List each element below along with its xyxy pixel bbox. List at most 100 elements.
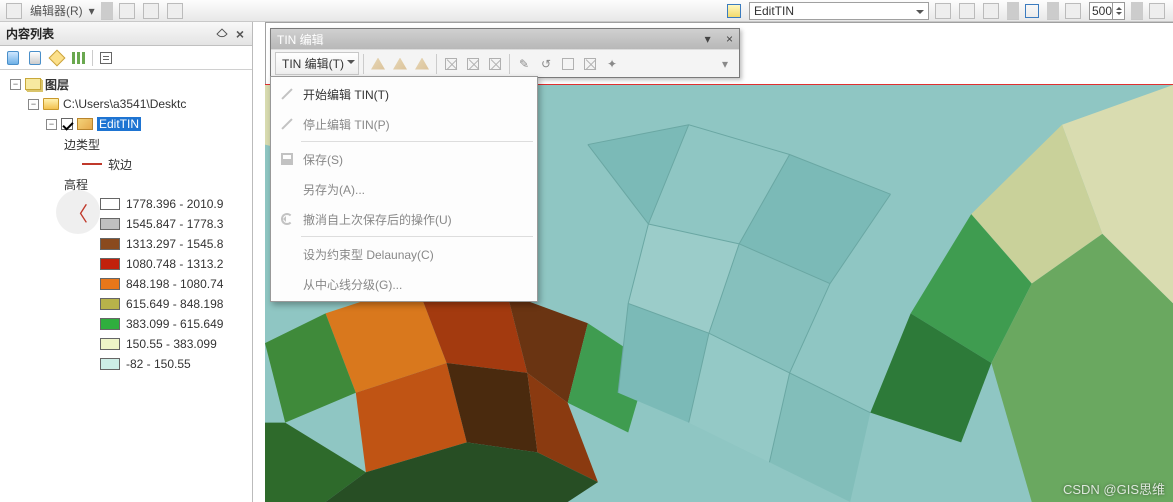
class-label: -82 - 150.55 bbox=[126, 357, 191, 371]
legend-class: 1545.847 - 1778.3 bbox=[2, 214, 250, 234]
tin-toolbar-title[interactable]: TIN 编辑 ▾ × bbox=[271, 29, 739, 49]
menu-item-label: 开始编辑 TIN(T) bbox=[303, 86, 389, 103]
class-label: 1080.748 - 1313.2 bbox=[126, 257, 223, 271]
tool-icon[interactable]: ✦ bbox=[602, 54, 622, 74]
elevation-heading: 高程 bbox=[2, 174, 250, 194]
toc-list-by-source[interactable] bbox=[26, 49, 44, 67]
class-label: 615.649 - 848.198 bbox=[126, 297, 223, 311]
menu-item-label: 撤消自上次保存后的操作(U) bbox=[303, 211, 452, 228]
color-swatch bbox=[100, 338, 120, 350]
class-label: 1545.847 - 1778.3 bbox=[126, 217, 223, 231]
tin-icon bbox=[77, 118, 93, 130]
toolbar-options-icon[interactable]: ▾ bbox=[715, 54, 735, 74]
color-swatch bbox=[100, 318, 120, 330]
class-label: 150.55 - 383.099 bbox=[126, 337, 217, 351]
layer-checkbox[interactable] bbox=[61, 118, 73, 130]
layer-name: EditTIN bbox=[97, 117, 141, 131]
class-label: 1778.396 - 2010.9 bbox=[126, 197, 223, 211]
tin-edit-menu[interactable]: TIN 编辑(T) bbox=[275, 52, 359, 75]
layer-combo-value: EditTIN bbox=[754, 4, 794, 18]
class-label: 848.198 - 1080.74 bbox=[126, 277, 223, 291]
toc-list-by-visibility[interactable] bbox=[48, 49, 66, 67]
toolbar-icon[interactable] bbox=[167, 3, 183, 19]
toc-list-by-selection[interactable] bbox=[70, 49, 88, 67]
legend-class: 383.099 - 615.649 bbox=[2, 314, 250, 334]
pin-icon[interactable] bbox=[215, 27, 229, 41]
root-label: 图层 bbox=[45, 76, 69, 93]
tool-icon[interactable]: ✎ bbox=[514, 54, 534, 74]
menu-item-label: 从中心线分级(G)... bbox=[303, 276, 402, 293]
edge-type-heading: 边类型 bbox=[2, 134, 250, 154]
toolbar-icon[interactable] bbox=[935, 3, 951, 19]
layer-combo[interactable]: EditTIN bbox=[749, 2, 929, 20]
close-icon[interactable]: × bbox=[726, 32, 733, 46]
toc-options[interactable] bbox=[97, 49, 115, 67]
legend-class: -82 - 150.55 bbox=[2, 354, 250, 374]
toolbar-icon[interactable] bbox=[1025, 4, 1039, 18]
close-icon[interactable] bbox=[233, 27, 247, 41]
undo-icon bbox=[277, 209, 297, 229]
toolbar-icon[interactable] bbox=[143, 3, 159, 19]
tin-edit-menu-label: TIN 编辑(T) bbox=[282, 57, 344, 71]
menu-item: 停止编辑 TIN(P) bbox=[273, 109, 535, 139]
back-button[interactable]: 〈 bbox=[56, 190, 100, 234]
toolbar-icon[interactable] bbox=[959, 3, 975, 19]
blank-icon bbox=[277, 244, 297, 264]
number-input[interactable]: 500 bbox=[1089, 2, 1125, 20]
legend-class: 1778.396 - 2010.9 bbox=[2, 194, 250, 214]
tool-icon[interactable] bbox=[441, 54, 461, 74]
tool-icon[interactable]: ↺ bbox=[536, 54, 556, 74]
pencil-icon bbox=[277, 84, 297, 104]
menu-item[interactable]: 开始编辑 TIN(T) bbox=[273, 79, 535, 109]
table-of-contents: 内容列表 −图层 −C:\Users\a3541\Desktc −EditTIN… bbox=[0, 22, 253, 502]
soft-edge-item: 软边 bbox=[2, 154, 250, 174]
tool-icon[interactable] bbox=[463, 54, 483, 74]
layers-icon bbox=[25, 78, 41, 90]
delete-node-icon[interactable] bbox=[390, 54, 410, 74]
tool-icon[interactable] bbox=[485, 54, 505, 74]
legend-class: 1080.748 - 1313.2 bbox=[2, 254, 250, 274]
color-swatch bbox=[100, 278, 120, 290]
toolbar-icon[interactable] bbox=[6, 3, 22, 19]
menu-item: 另存为(A)... bbox=[273, 174, 535, 204]
tool-icon[interactable] bbox=[558, 54, 578, 74]
color-swatch bbox=[100, 238, 120, 250]
tree-root[interactable]: −图层 bbox=[2, 74, 250, 94]
pencil-icon bbox=[277, 114, 297, 134]
tool-icon[interactable] bbox=[580, 54, 600, 74]
toolbar-icon[interactable] bbox=[1149, 3, 1165, 19]
toc-tree: −图层 −C:\Users\a3541\Desktc −EditTIN 边类型 … bbox=[0, 70, 252, 502]
line-swatch bbox=[82, 163, 102, 165]
menu-item-label: 停止编辑 TIN(P) bbox=[303, 116, 390, 133]
toc-toolbar bbox=[0, 46, 253, 70]
add-node-icon[interactable] bbox=[368, 54, 388, 74]
legend-class: 848.198 - 1080.74 bbox=[2, 274, 250, 294]
watermark: CSDN @GIS思维 bbox=[1063, 479, 1165, 498]
editor-menu[interactable]: 编辑器(R) bbox=[30, 2, 83, 19]
tin-edit-dropdown: 开始编辑 TIN(T) 停止编辑 TIN(P) 保存(S) 另存为(A)... 撤消自上… bbox=[270, 76, 538, 302]
color-swatch bbox=[100, 198, 120, 210]
move-node-icon[interactable] bbox=[412, 54, 432, 74]
floppy-icon bbox=[277, 149, 297, 169]
menu-item-label: 保存(S) bbox=[303, 151, 343, 168]
toolbar-icon[interactable] bbox=[983, 3, 999, 19]
menu-item-label: 另存为(A)... bbox=[303, 181, 365, 198]
toc-list-by-drawing[interactable] bbox=[4, 49, 22, 67]
legend-class: 150.55 - 383.099 bbox=[2, 334, 250, 354]
tin-swatch-icon bbox=[727, 4, 741, 18]
legend-class: 615.649 - 848.198 bbox=[2, 294, 250, 314]
number-value: 500 bbox=[1092, 4, 1112, 18]
menu-item: 保存(S) bbox=[273, 144, 535, 174]
toolbar-icon[interactable] bbox=[1065, 3, 1081, 19]
blank-icon bbox=[277, 179, 297, 199]
color-swatch bbox=[100, 258, 120, 270]
main-toolbar: 编辑器(R)▾ EditTIN 500 bbox=[0, 0, 1173, 22]
folder-icon bbox=[43, 98, 59, 110]
dropdown-icon[interactable]: ▾ bbox=[705, 32, 711, 46]
tree-folder[interactable]: −C:\Users\a3541\Desktc bbox=[2, 94, 250, 114]
toc-title: 内容列表 bbox=[6, 25, 54, 42]
class-label: 1313.297 - 1545.8 bbox=[126, 237, 223, 251]
toolbar-icon[interactable] bbox=[119, 3, 135, 19]
toc-title-bar: 内容列表 bbox=[0, 22, 253, 46]
tree-layer[interactable]: −EditTIN bbox=[2, 114, 250, 134]
